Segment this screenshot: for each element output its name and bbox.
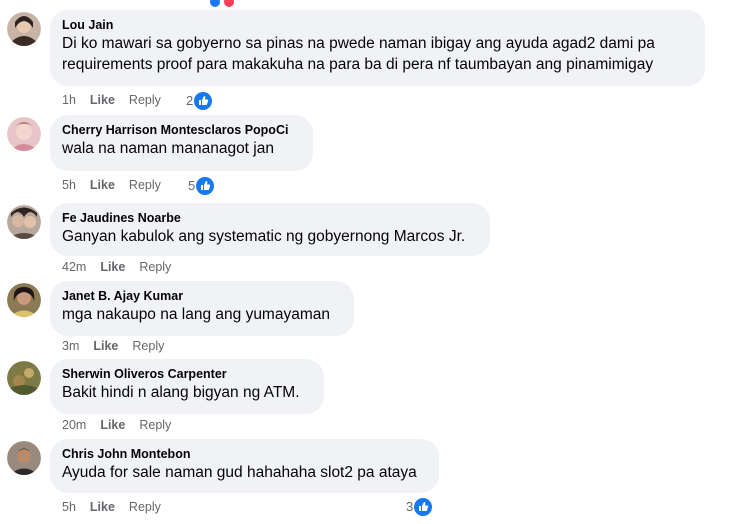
reply-button[interactable]: Reply bbox=[129, 92, 161, 108]
like-thumb-icon bbox=[196, 176, 215, 195]
comment-author[interactable]: Lou Jain bbox=[62, 17, 693, 33]
comment-author[interactable]: Chris John Montebon bbox=[62, 446, 427, 462]
comment-meta: 42m Like Reply bbox=[62, 259, 171, 275]
comment-bubble: Cherry Harrison Montesclaros PopoCi wala… bbox=[50, 115, 313, 171]
comment-text-line: wala na naman mananagot jan bbox=[62, 140, 274, 157]
reply-button[interactable]: Reply bbox=[132, 338, 164, 354]
reaction-count[interactable]: 3 bbox=[406, 497, 433, 516]
comment-time[interactable]: 3m bbox=[62, 338, 79, 354]
comment-author[interactable]: Janet B. Ajay Kumar bbox=[62, 288, 342, 304]
comment-author[interactable]: Cherry Harrison Montesclaros PopoCi bbox=[62, 122, 301, 138]
reaction-count-value: 3 bbox=[406, 498, 414, 514]
comment-meta: 20m Like Reply bbox=[62, 417, 171, 433]
reply-button[interactable]: Reply bbox=[129, 177, 161, 193]
avatar-photo-icon bbox=[7, 441, 41, 475]
like-button[interactable]: Like bbox=[100, 259, 125, 275]
reply-button[interactable]: Reply bbox=[129, 499, 161, 515]
comment-time[interactable]: 42m bbox=[62, 259, 86, 275]
like-button[interactable]: Like bbox=[90, 499, 115, 515]
comment-text-line: Di ko mawari sa gobyerno sa pinas na pwe… bbox=[62, 35, 655, 52]
reply-button[interactable]: Reply bbox=[139, 259, 171, 275]
comment-bubble: Fe Jaudines Noarbe Ganyan kabulok ang sy… bbox=[50, 203, 490, 256]
like-button[interactable]: Like bbox=[93, 338, 118, 354]
avatar-photo-icon bbox=[7, 283, 41, 317]
like-thumb-icon bbox=[414, 497, 433, 516]
like-button[interactable]: Like bbox=[90, 92, 115, 108]
comment-text-line: mga nakaupo na lang ang yumayaman bbox=[62, 306, 330, 323]
comment-meta: 5h Like Reply bbox=[62, 499, 161, 515]
comment-bubble: Janet B. Ajay Kumar mga nakaupo na lang … bbox=[50, 281, 354, 336]
comment-time[interactable]: 5h bbox=[62, 499, 76, 515]
comment-text-line: Bakit hindi n alang bigyan ng ATM. bbox=[62, 384, 300, 401]
avatar-photo-icon bbox=[7, 12, 41, 46]
avatar[interactable] bbox=[7, 441, 41, 475]
avatar-photo-icon bbox=[7, 117, 41, 151]
avatar-photo-icon bbox=[7, 205, 41, 239]
reply-button[interactable]: Reply bbox=[139, 417, 171, 433]
top-reaction-fragment bbox=[210, 0, 240, 7]
avatar[interactable] bbox=[7, 283, 41, 317]
comment-bubble: Lou Jain Di ko mawari sa gobyerno sa pin… bbox=[50, 10, 705, 86]
avatar[interactable] bbox=[7, 12, 41, 46]
like-button[interactable]: Like bbox=[90, 177, 115, 193]
comment-meta: 1h Like Reply bbox=[62, 92, 161, 108]
partial-like-icon bbox=[210, 0, 220, 7]
avatar-photo-icon bbox=[7, 361, 41, 395]
comment-bubble: Sherwin Oliveros Carpenter Bakit hindi n… bbox=[50, 359, 324, 414]
comment-bubble: Chris John Montebon Ayuda for sale naman… bbox=[50, 439, 439, 493]
comment-author[interactable]: Sherwin Oliveros Carpenter bbox=[62, 366, 312, 382]
partial-heart-icon bbox=[224, 0, 234, 7]
comment-author[interactable]: Fe Jaudines Noarbe bbox=[62, 210, 478, 226]
reaction-count[interactable]: 2 bbox=[186, 91, 213, 110]
comment-time[interactable]: 1h bbox=[62, 92, 76, 108]
like-button[interactable]: Like bbox=[100, 417, 125, 433]
reaction-count-value: 5 bbox=[188, 177, 196, 193]
avatar[interactable] bbox=[7, 361, 41, 395]
comment-time[interactable]: 20m bbox=[62, 417, 86, 433]
avatar[interactable] bbox=[7, 205, 41, 239]
comment-text-line: requirements proof para makakuha na para… bbox=[62, 56, 654, 73]
comment-meta: 3m Like Reply bbox=[62, 338, 164, 354]
comment-time[interactable]: 5h bbox=[62, 177, 76, 193]
comment-text-line: Ayuda for sale naman gud hahahaha slot2 … bbox=[62, 464, 417, 481]
avatar[interactable] bbox=[7, 117, 41, 151]
comment-meta: 5h Like Reply bbox=[62, 177, 161, 193]
like-thumb-icon bbox=[194, 91, 213, 110]
reaction-count-value: 2 bbox=[186, 92, 194, 108]
reaction-count[interactable]: 5 bbox=[188, 176, 215, 195]
comment-text-line: Ganyan kabulok ang systematic ng gobyern… bbox=[62, 228, 466, 245]
